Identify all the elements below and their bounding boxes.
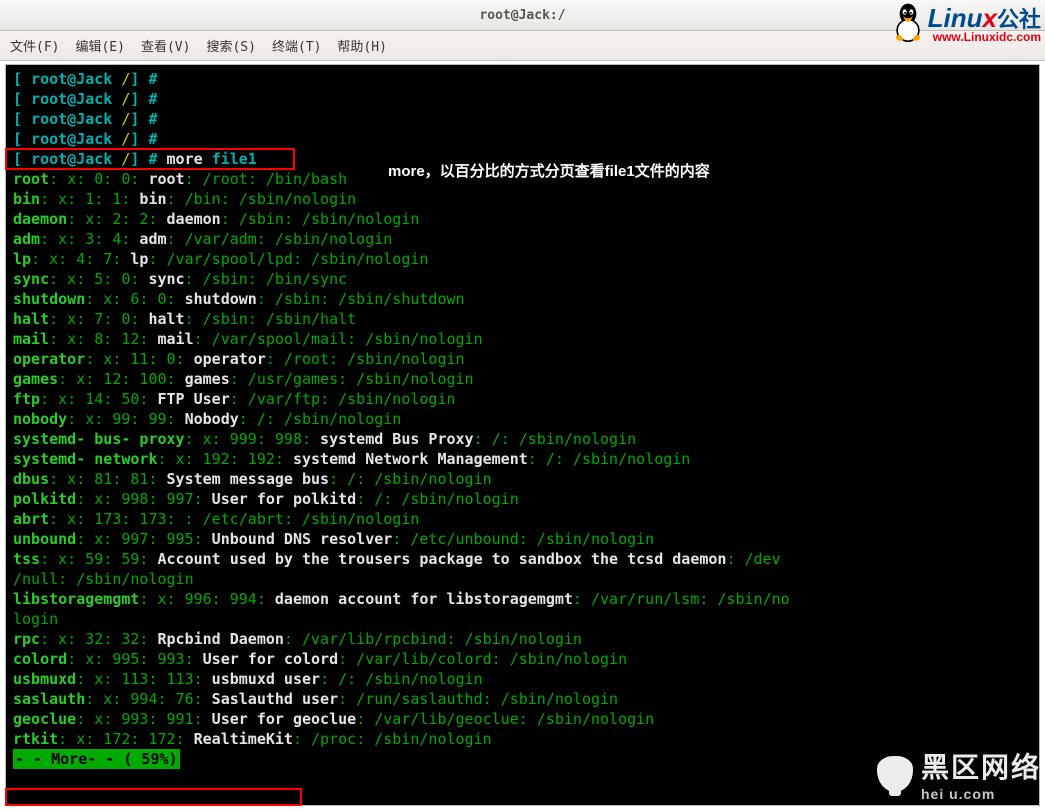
watermark-brand: Linu <box>928 3 983 33</box>
watermark2-sub: hei u.com <box>921 786 1041 802</box>
watermark-top-right: Linux公社 www.Linuxidc.com <box>891 2 1041 44</box>
menu-help[interactable]: 帮助(H) <box>337 36 386 55</box>
terminal-pane[interactable]: [ root@Jack /] # [ root@Jack /] # [ root… <box>5 64 1040 806</box>
mushroom-icon <box>877 756 913 792</box>
file-line: games: x: 12: 100: games: /usr/games: /s… <box>13 369 1032 389</box>
watermark2-text: 黑区网络 <box>921 752 1041 783</box>
redbox-more-status <box>5 788 302 806</box>
file-line: tss: x: 59: 59: Account used by the trou… <box>13 549 1032 569</box>
file-line: lp: x: 4: 7: lp: /var/spool/lpd: /sbin/n… <box>13 249 1032 269</box>
prompt-line: [ root@Jack /] # <box>13 89 1032 109</box>
file-line: polkitd: x: 998: 997: User for polkitd: … <box>13 489 1032 509</box>
watermark-url: www.Linuxidc.com <box>928 30 1041 44</box>
watermark-brand-cn: 公社 <box>997 7 1041 32</box>
watermark-bottom-right: 黑区网络 hei u.com <box>877 746 1041 802</box>
prompt-line: [ root@Jack /] # <box>13 109 1032 129</box>
file-line: sync: x: 5: 0: sync: /sbin: /bin/sync <box>13 269 1032 289</box>
redbox-command <box>5 148 295 170</box>
tux-icon <box>891 2 925 42</box>
file-line: systemd- network: x: 192: 192: systemd N… <box>13 449 1032 469</box>
file-line: halt: x: 7: 0: halt: /sbin: /sbin/halt <box>13 309 1032 329</box>
file-line: ftp: x: 14: 50: FTP User: /var/ftp: /sbi… <box>13 389 1032 409</box>
menu-edit[interactable]: 编辑(E) <box>75 36 124 55</box>
annotation-text: more，以百分比的方式分页查看file1文件的内容 <box>388 162 710 182</box>
file-line-cont: /null: /sbin/nologin <box>13 569 1032 589</box>
file-line: usbmuxd: x: 113: 113: usbmuxd user: /: /… <box>13 669 1032 689</box>
menu-view[interactable]: 查看(V) <box>141 36 190 55</box>
watermark-brand-x: x <box>983 3 997 33</box>
file-line: daemon: x: 2: 2: daemon: /sbin: /sbin/no… <box>13 209 1032 229</box>
file-line: colord: x: 995: 993: User for colord: /v… <box>13 649 1032 669</box>
file-line: shutdown: x: 6: 0: shutdown: /sbin: /sbi… <box>13 289 1032 309</box>
file-line: adm: x: 3: 4: adm: /var/adm: /sbin/nolog… <box>13 229 1032 249</box>
file-line: rpc: x: 32: 32: Rpcbind Daemon: /var/lib… <box>13 629 1032 649</box>
menu-bar: 文件(F) 编辑(E) 查看(V) 搜索(S) 终端(T) 帮助(H) <box>0 31 1045 61</box>
file-line: mail: x: 8: 12: mail: /var/spool/mail: /… <box>13 329 1032 349</box>
file-line-cont: login <box>13 609 1032 629</box>
menu-search[interactable]: 搜索(S) <box>206 36 255 55</box>
menu-file[interactable]: 文件(F) <box>10 36 59 55</box>
file-line: libstoragemgmt: x: 996: 994: daemon acco… <box>13 589 1032 609</box>
file-line: saslauth: x: 994: 76: Saslauthd user: /r… <box>13 689 1032 709</box>
file-line: operator: x: 11: 0: operator: /root: /sb… <box>13 349 1032 369</box>
prompt-line: [ root@Jack /] # <box>13 129 1032 149</box>
file-line: bin: x: 1: 1: bin: /bin: /sbin/nologin <box>13 189 1032 209</box>
window-titlebar: root@Jack:/ <box>0 0 1045 31</box>
prompt-line: [ root@Jack /] # <box>13 69 1032 89</box>
file-line: dbus: x: 81: 81: System message bus: /: … <box>13 469 1032 489</box>
menu-terminal[interactable]: 终端(T) <box>272 36 321 55</box>
file-line: nobody: x: 99: 99: Nobody: /: /sbin/nolo… <box>13 409 1032 429</box>
window-title: root@Jack:/ <box>479 8 565 23</box>
file-line: unbound: x: 997: 995: Unbound DNS resolv… <box>13 529 1032 549</box>
file-line: systemd- bus- proxy: x: 999: 998: system… <box>13 429 1032 449</box>
file-line: geoclue: x: 993: 991: User for geoclue: … <box>13 709 1032 729</box>
file-line: abrt: x: 173: 173: : /etc/abrt: /sbin/no… <box>13 509 1032 529</box>
